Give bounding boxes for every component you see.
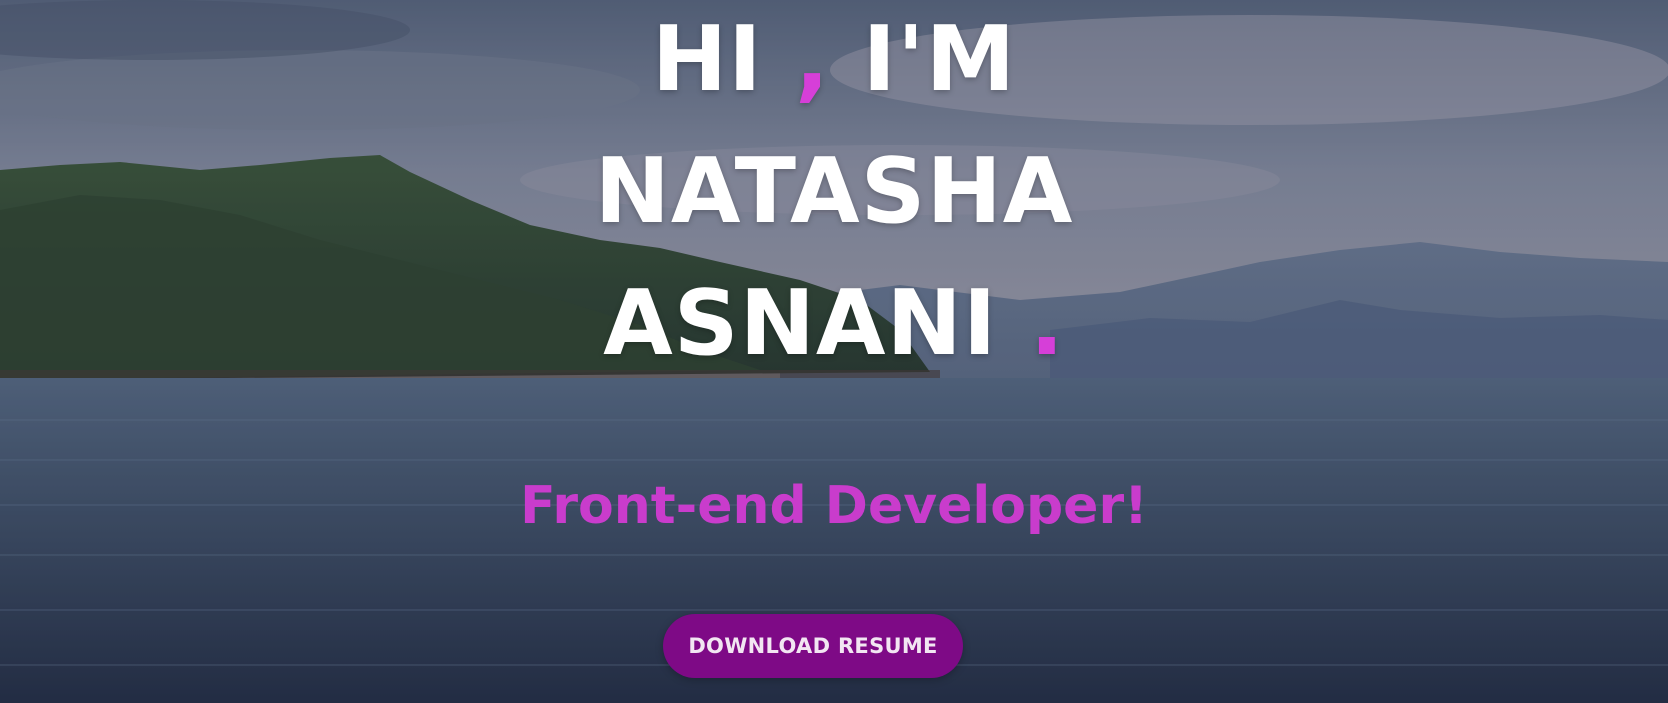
name-period-accent: .	[1029, 271, 1065, 376]
role-subtitle: Front-end Developer!	[520, 476, 1148, 536]
first-name: NATASHA	[594, 139, 1074, 244]
last-name-heading: ASNANI .	[0, 274, 1668, 374]
download-resume-button[interactable]: DOWNLOAD RESUME	[663, 614, 963, 678]
last-name: ASNANI	[603, 271, 998, 376]
greeting-heading: HI , I'M	[0, 10, 1668, 110]
greeting-im: I'M	[862, 7, 1017, 112]
greeting-hi: HI	[651, 7, 763, 112]
greeting-comma-accent: ,	[795, 7, 831, 112]
first-name-heading: NATASHA	[0, 142, 1668, 242]
hero-content: HI , I'M NATASHA ASNANI . Front-end Deve…	[0, 0, 1668, 703]
hero-section: HI , I'M NATASHA ASNANI . Front-end Deve…	[0, 0, 1668, 703]
